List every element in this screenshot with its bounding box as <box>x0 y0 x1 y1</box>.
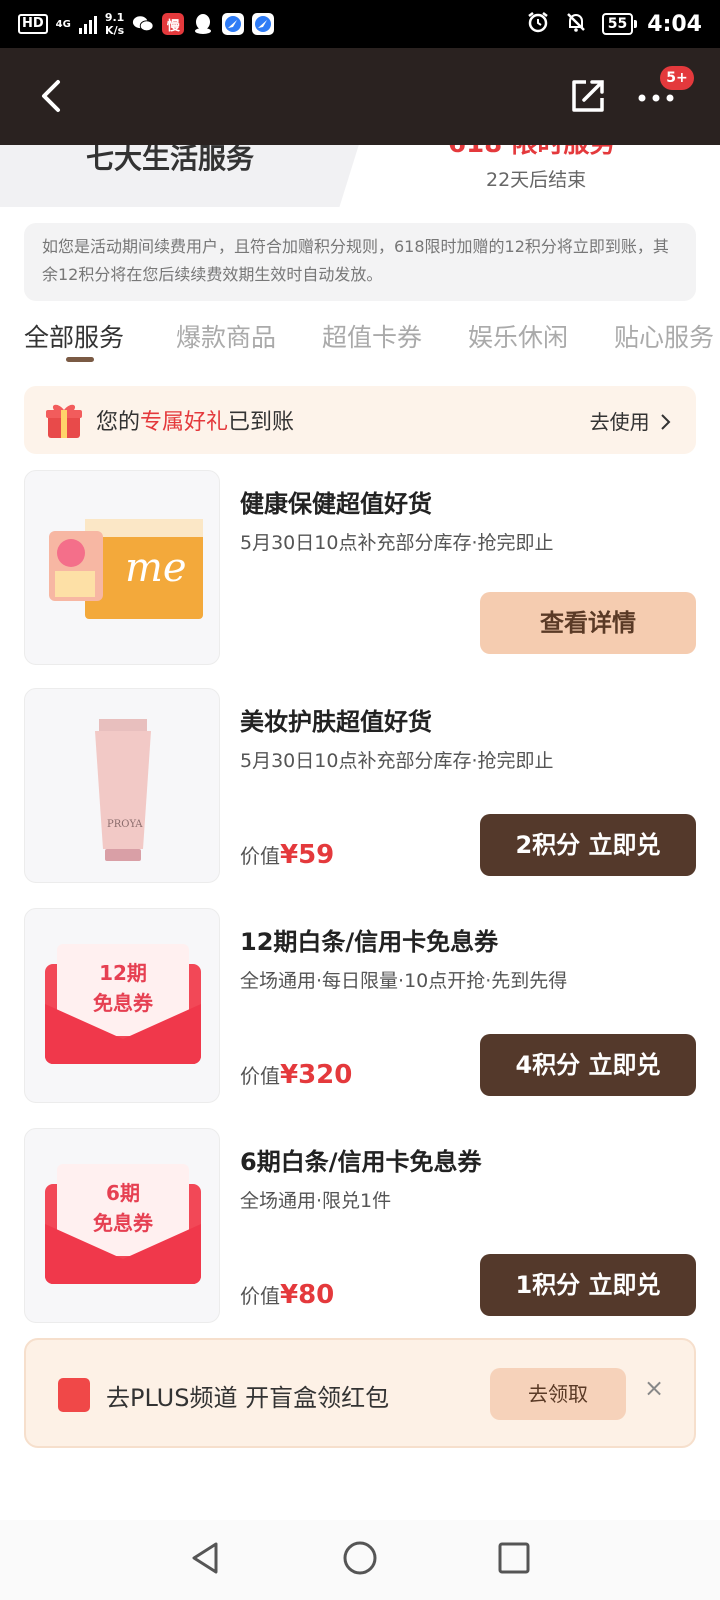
limited-services-title[interactable]: 618 限时服务 <box>448 145 615 160</box>
hd-indicator: HD <box>18 14 48 34</box>
tab-all-services[interactable]: 全部服务 <box>24 318 124 354</box>
wechat-icon <box>132 13 154 35</box>
skincare-product-image: PROYA <box>24 688 220 883</box>
mute-icon <box>564 10 588 38</box>
notice-box: 如您是活动期间续费用户，且符合加赠积分规则，618限时加赠的12积分将立即到账，… <box>24 223 696 301</box>
signal-icon <box>78 14 97 34</box>
coupon-image: 6期 免息券 <box>24 1128 220 1323</box>
battery-indicator: 55 <box>601 13 638 35</box>
product-title: 12期白条/信用卡免息券 <box>240 928 499 956</box>
product-subtitle: 全场通用·每日限量·10点开抢·先到先得 <box>240 970 568 992</box>
browser-icon <box>222 13 245 35</box>
tab-hot-products[interactable]: 爆款商品 <box>176 318 276 354</box>
chevron-left-icon <box>42 80 60 112</box>
product-card[interactable]: PROYA 美妆护肤超值好货 5月30日10点补充部分库存·抢完即止 价值¥59… <box>24 688 696 883</box>
svg-text:me: me <box>125 545 187 591</box>
nav-bar: 5+ <box>0 48 720 145</box>
product-price: 价值¥80 <box>240 1280 335 1310</box>
product-title: 健康保健超值好货 <box>240 490 432 518</box>
notification-badge: 5+ <box>660 66 694 90</box>
product-price: 价值¥320 <box>240 1060 353 1090</box>
back-button[interactable] <box>30 74 74 118</box>
view-details-button[interactable]: 查看详情 <box>480 592 696 654</box>
tab-value-coupons[interactable]: 超值卡券 <box>322 318 422 354</box>
gift-icon <box>44 400 84 440</box>
network-speed: 9.1 K/s <box>104 11 125 37</box>
red-packet-icon <box>58 1378 90 1412</box>
plus-channel-text: 去PLUS频道 开盲盒领红包 <box>106 1384 390 1412</box>
red-envelope-icon: 6期 免息券 <box>45 1164 201 1284</box>
app-notification-icon: 慢 <box>162 13 185 35</box>
product-subtitle: 全场通用·限兑1件 <box>240 1190 392 1212</box>
redeem-button[interactable]: 4积分 立即兑 <box>480 1034 696 1096</box>
product-subtitle: 5月30日10点补充部分库存·抢完即止 <box>240 532 554 554</box>
active-tab-indicator <box>66 357 94 362</box>
tab-entertainment[interactable]: 娱乐休闲 <box>468 318 568 354</box>
browser-icon-2 <box>252 13 275 35</box>
alarm-icon <box>526 10 550 38</box>
coupon-image: 12期 免息券 <box>24 908 220 1103</box>
redeem-button[interactable]: 2积分 立即兑 <box>480 814 696 876</box>
seven-services-title: 七大生活服务 <box>86 145 255 175</box>
system-back-icon[interactable] <box>186 1538 226 1578</box>
ends-in-text: 22天后结束 <box>486 169 587 191</box>
share-button[interactable] <box>566 74 610 118</box>
status-bar: HD 4G 9.1 K/s 慢 55 4:04 <box>0 0 720 48</box>
health-product-image: me <box>24 470 220 665</box>
product-title: 美妆护肤超值好货 <box>240 708 432 736</box>
service-header: 七大生活服务 618 限时服务 22天后结束 <box>0 145 720 210</box>
tab-caring-services[interactable]: 贴心服务 <box>614 318 714 354</box>
red-envelope-icon: 12期 免息券 <box>45 944 201 1064</box>
close-icon[interactable]: × <box>644 1374 664 1402</box>
system-home-icon[interactable] <box>340 1538 380 1578</box>
product-price: 价值¥59 <box>240 840 335 870</box>
svg-text:PROYA: PROYA <box>107 819 143 830</box>
product-card[interactable]: me 健康保健超值好货 5月30日10点补充部分库存·抢完即止 查看详情 <box>24 470 696 665</box>
share-icon <box>572 80 604 112</box>
clock: 4:04 <box>647 11 702 37</box>
redeem-button[interactable]: 1积分 立即兑 <box>480 1254 696 1316</box>
system-nav-bar <box>0 1520 720 1600</box>
go-use-button[interactable]: 去使用 <box>590 406 672 435</box>
system-recent-icon[interactable] <box>494 1538 534 1578</box>
plus-channel-banner[interactable]: 去PLUS频道 开盲盒领红包 去领取 × <box>24 1338 696 1448</box>
product-title: 6期白条/信用卡免息券 <box>240 1148 482 1176</box>
product-card[interactable]: 6期 免息券 6期白条/信用卡免息券 全场通用·限兑1件 价值¥80 1积分 立… <box>24 1128 696 1323</box>
network-type: 4G <box>55 18 71 30</box>
category-tabs: 全部服务 爆款商品 超值卡券 娱乐休闲 贴心服务 <box>0 318 720 368</box>
claim-button[interactable]: 去领取 <box>490 1368 626 1420</box>
product-subtitle: 5月30日10点补充部分库存·抢完即止 <box>240 750 554 772</box>
gift-message: 您的专属好礼已到账 <box>96 410 295 435</box>
product-card[interactable]: 12期 免息券 12期白条/信用卡免息券 全场通用·每日限量·10点开抢·先到先… <box>24 908 696 1103</box>
qq-icon <box>192 13 214 35</box>
gift-banner[interactable]: 您的专属好礼已到账 去使用 <box>24 386 696 454</box>
chevron-right-icon <box>661 414 671 430</box>
